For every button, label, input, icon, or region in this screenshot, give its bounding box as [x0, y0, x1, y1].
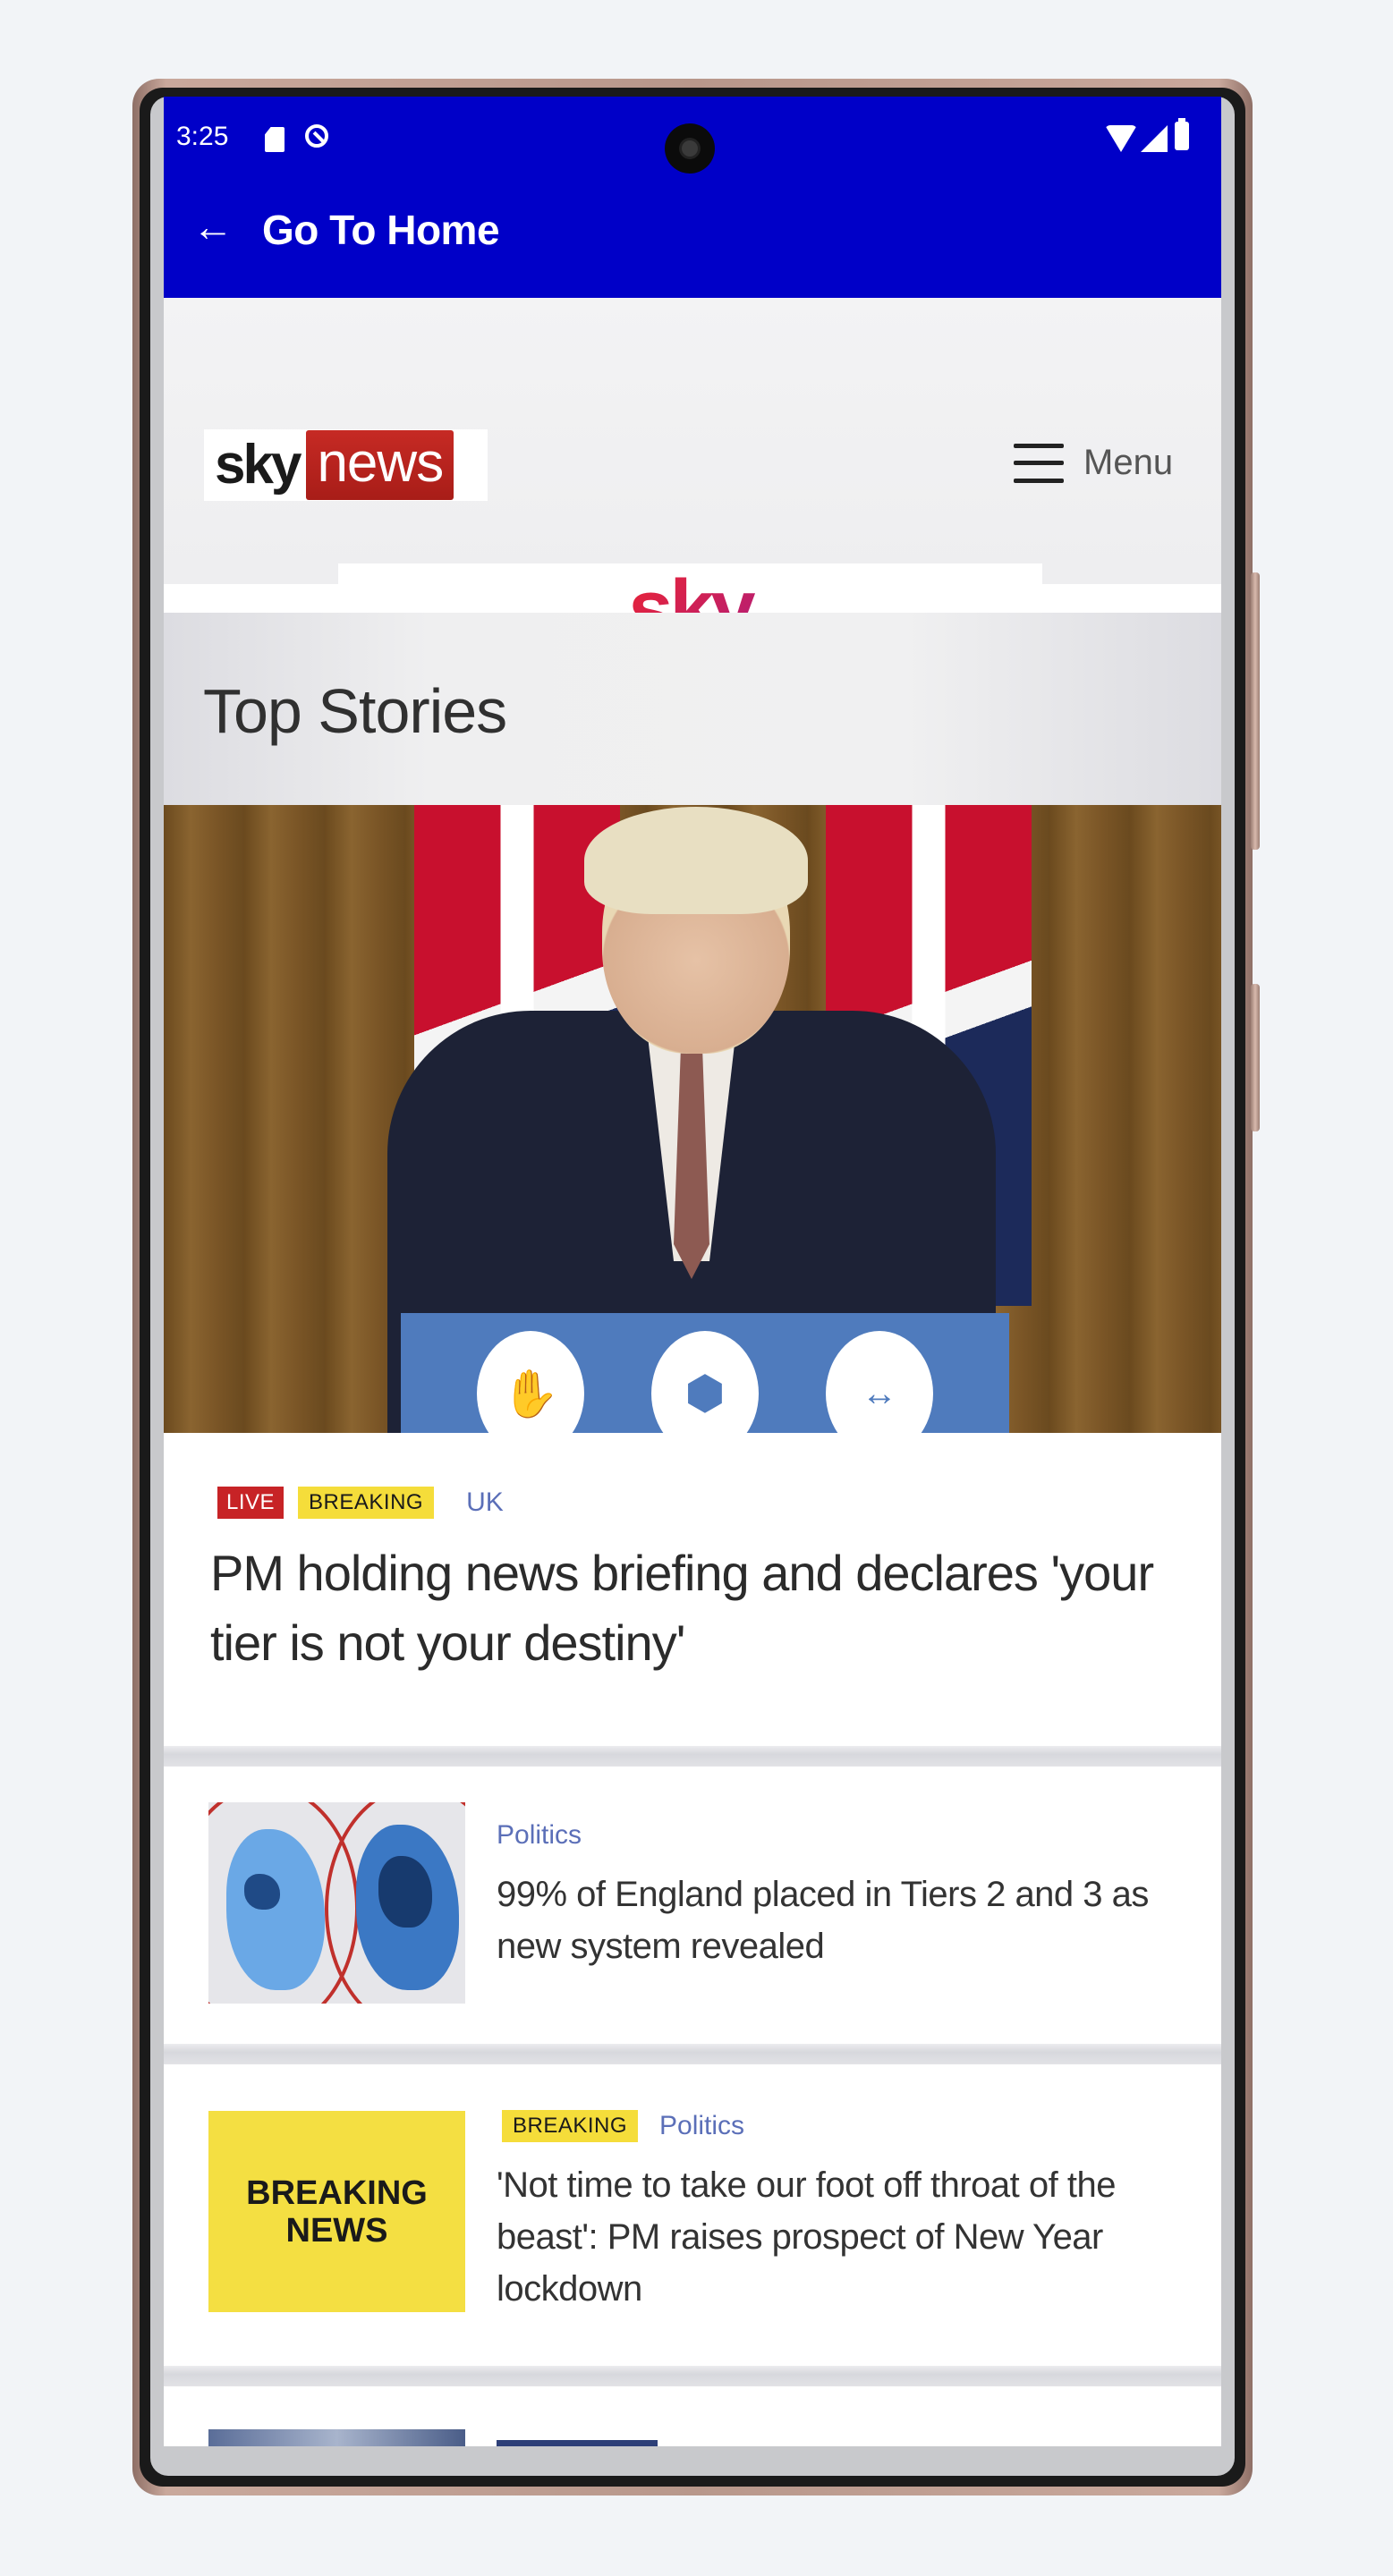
logo-news-text: news [306, 430, 454, 500]
category-link[interactable]: Politics [659, 2111, 744, 2141]
wifi-icon [1105, 125, 1137, 152]
breaking-news-thumb-text: BREAKING NEWS [246, 2174, 428, 2250]
sky-news-logo[interactable]: sky news [204, 429, 488, 501]
speaker-hair [584, 807, 808, 914]
category-link[interactable]: Politics [497, 1820, 582, 1851]
story-body: Politics 99% of England placed in Tiers … [497, 1813, 1176, 1972]
front-camera [665, 123, 715, 174]
battery-icon [1175, 118, 1189, 150]
social-distance-icon: ↔ [826, 1331, 933, 1433]
sync-icon [305, 124, 328, 148]
divider [164, 2366, 1221, 2386]
phone-screen: 3:25 ← Go To Home sky news Menu sky beli… [164, 97, 1221, 2446]
story-headline[interactable]: 'Not time to take our foot off throat of… [497, 2159, 1176, 2315]
story-meta: BREAKING Politics [497, 2104, 1176, 2148]
story-card[interactable]: Politics 99% of England placed in Tiers … [164, 1767, 1221, 2044]
badge-partial [497, 2440, 658, 2446]
thumb-text-line: BREAKING [246, 2174, 428, 2212]
hamburger-icon [1014, 443, 1064, 483]
story-card[interactable]: BREAKING NEWS BREAKING Politics 'Not tim… [164, 2064, 1221, 2366]
app-bar: 3:25 ← Go To Home [164, 97, 1221, 298]
divider [164, 1746, 1221, 1767]
power-button [1251, 572, 1260, 850]
sd-card-icon [265, 127, 285, 152]
section-title: Top Stories [203, 676, 507, 746]
arrow-left-icon[interactable]: ← [192, 204, 237, 249]
section-header: Top Stories [164, 613, 1221, 805]
lead-story-headline[interactable]: PM holding news briefing and declares 'y… [210, 1538, 1176, 1678]
menu-button[interactable]: Menu [1014, 443, 1173, 483]
story-thumbnail[interactable] [208, 2429, 465, 2446]
wash-hands-icon: ✋ [477, 1331, 584, 1433]
live-badge: LIVE [217, 1487, 285, 1519]
story-thumbnail[interactable] [208, 1802, 465, 2004]
story-headline[interactable]: 99% of England placed in Tiers 2 and 3 a… [497, 1868, 1176, 1972]
signal-icon [1141, 125, 1168, 152]
category-link[interactable]: UK [466, 1487, 504, 1518]
story-meta: Politics [497, 1813, 1176, 1858]
status-time: 3:25 [176, 122, 229, 151]
lead-story-tags: LIVE BREAKING UK [217, 1487, 504, 1519]
lead-story-card[interactable]: LIVE BREAKING UK PM holding news briefin… [164, 1433, 1221, 1746]
face-mask-icon: ⬢ [651, 1331, 759, 1433]
map-region [244, 1874, 280, 1910]
story-thumbnail[interactable]: BREAKING NEWS [208, 2111, 465, 2312]
logo-sky-text: sky [215, 434, 302, 496]
breaking-badge: BREAKING [502, 2110, 639, 2142]
podium: ✋ ⬢ ↔ [401, 1313, 1009, 1433]
volume-button [1251, 984, 1260, 1131]
menu-label: Menu [1083, 443, 1174, 482]
lead-story-image[interactable]: ✋ ⬢ ↔ [164, 805, 1221, 1433]
story-body: BREAKING Politics 'Not time to take our … [497, 2104, 1176, 2315]
app-bar-title: Go To Home [262, 207, 500, 253]
breaking-badge: BREAKING [298, 1487, 435, 1519]
divider [164, 2044, 1221, 2064]
thumb-text-line: NEWS [285, 2211, 388, 2250]
story-card-partial[interactable] [164, 2386, 1221, 2446]
site-header: sky news Menu sky believe in better [164, 298, 1221, 675]
